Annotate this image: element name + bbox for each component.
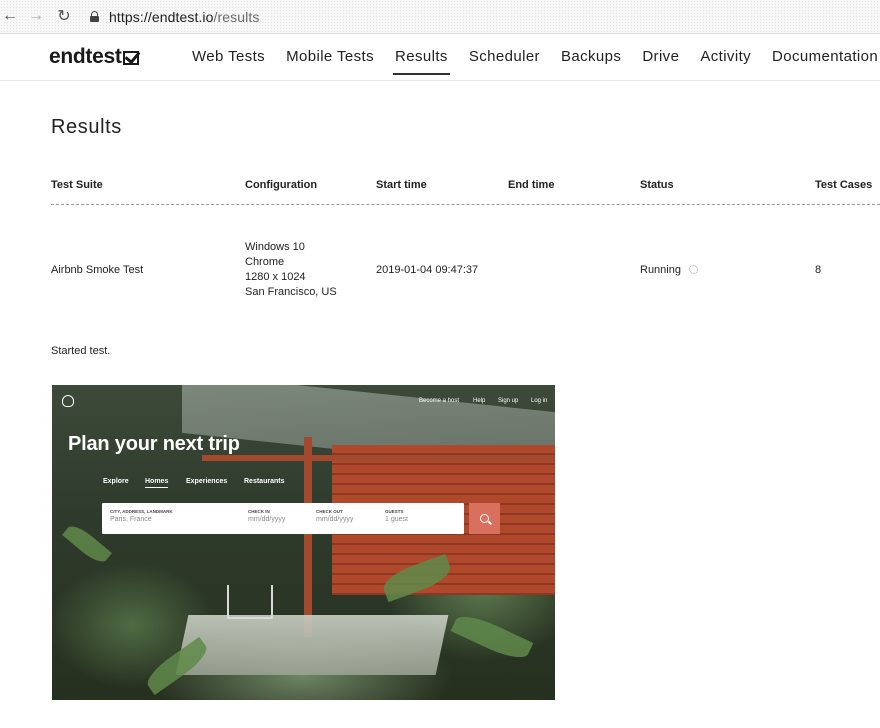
column-header-status: Status — [640, 179, 674, 191]
preview-field-checkout: CHECK OUT mm/dd/yyyy — [316, 509, 353, 523]
preview-help: Help — [473, 398, 486, 404]
preview-tab-explore: Explore — [103, 478, 129, 485]
logo[interactable]: endtest — [49, 45, 139, 69]
url-text[interactable]: https://endtest.io/results — [109, 9, 259, 25]
airbnb-logo-icon — [62, 395, 74, 407]
table-divider — [51, 204, 880, 205]
logo-text: endtest — [49, 45, 122, 68]
back-arrow-icon[interactable]: ← — [0, 6, 20, 26]
cell-test-suite[interactable]: Airbnb Smoke Test — [51, 263, 143, 278]
preview-field-value: 1 guest — [385, 516, 408, 523]
nav-mobile-tests[interactable]: Mobile Tests — [286, 48, 374, 75]
browser-toolbar: ← → ↻ https://endtest.io/results — [0, 0, 880, 34]
url-path: /results — [213, 8, 260, 25]
preview-beam — [202, 455, 555, 461]
preview-beam — [304, 437, 312, 637]
nav-activity[interactable]: Activity — [700, 48, 751, 75]
test-screenshot-preview[interactable]: Become a host Help Sign up Log in Plan y… — [52, 385, 555, 700]
app-header: endtest Web Tests Mobile Tests Results S… — [0, 35, 880, 81]
preview-field-value: mm/dd/yyyy — [316, 516, 354, 523]
nav-backups[interactable]: Backups — [561, 48, 621, 75]
cell-status: Running — [640, 263, 698, 278]
preview-field-checkin: CHECK IN mm/dd/yyyy — [248, 509, 285, 523]
loading-spinner-icon — [688, 265, 698, 274]
preview-tab-homes: Homes — [145, 478, 169, 488]
preview-field-label: CHECK OUT — [316, 509, 343, 514]
preview-field-label: GUESTS — [385, 509, 404, 514]
lock-icon — [90, 11, 99, 22]
column-header-configuration: Configuration — [245, 179, 318, 191]
preview-tab-experiences: Experiences — [186, 478, 228, 485]
preview-sign-up: Sign up — [498, 398, 519, 404]
column-header-end-time: End time — [508, 179, 555, 191]
page-title: Results — [51, 116, 122, 138]
nav-scheduler[interactable]: Scheduler — [469, 48, 540, 75]
address-bar[interactable]: https://endtest.io/results — [90, 6, 259, 27]
checkbox-logo-icon — [122, 51, 139, 65]
config-browser: Chrome — [245, 256, 285, 268]
preview-tab-restaurants: Restaurants — [244, 478, 285, 485]
column-header-test-suite: Test Suite — [51, 179, 103, 191]
preview-deck — [175, 615, 449, 675]
nav-results[interactable]: Results — [392, 48, 450, 75]
column-header-test-cases: Test Cases — [815, 179, 873, 191]
preview-field-value: Paris, France — [110, 516, 152, 523]
config-location: San Francisco, US — [245, 286, 337, 298]
preview-field-guests: GUESTS 1 guest — [385, 509, 408, 523]
preview-search-bar: CITY, ADDRESS, LANDMARK Paris, France CH… — [102, 503, 464, 534]
log-message: Started test. — [51, 345, 111, 357]
nav-documentation[interactable]: Documentation — [772, 48, 878, 75]
preview-log-in: Log in — [531, 398, 548, 404]
preview-chair — [227, 585, 273, 619]
status-text: Running — [640, 264, 681, 276]
config-resolution: 1280 x 1024 — [245, 271, 306, 283]
preview-search-button — [469, 503, 500, 534]
preview-field-label: CHECK IN — [248, 509, 270, 514]
cell-start-time: 2019-01-04 09:47:37 — [376, 264, 479, 276]
nav-drive[interactable]: Drive — [642, 48, 679, 75]
search-icon — [480, 514, 489, 523]
preview-become-host: Become a host — [419, 398, 460, 404]
url-host: https://endtest.io — [109, 8, 214, 25]
preview-field-location: CITY, ADDRESS, LANDMARK Paris, France — [110, 509, 173, 523]
preview-field-label: CITY, ADDRESS, LANDMARK — [110, 509, 173, 514]
nav-web-tests[interactable]: Web Tests — [192, 48, 265, 75]
reload-icon[interactable]: ↻ — [54, 6, 74, 26]
config-os: Windows 10 — [245, 241, 305, 253]
main-nav: Web Tests Mobile Tests Results Scheduler… — [192, 48, 880, 75]
column-header-start-time: Start time — [376, 179, 427, 191]
preview-headline: Plan your next trip — [68, 433, 240, 455]
preview-field-value: mm/dd/yyyy — [248, 516, 286, 523]
forward-arrow-icon[interactable]: → — [26, 6, 46, 26]
cell-test-cases: 8 — [815, 264, 822, 276]
cell-configuration: Windows 10 Chrome 1280 x 1024 San Franci… — [245, 240, 337, 300]
